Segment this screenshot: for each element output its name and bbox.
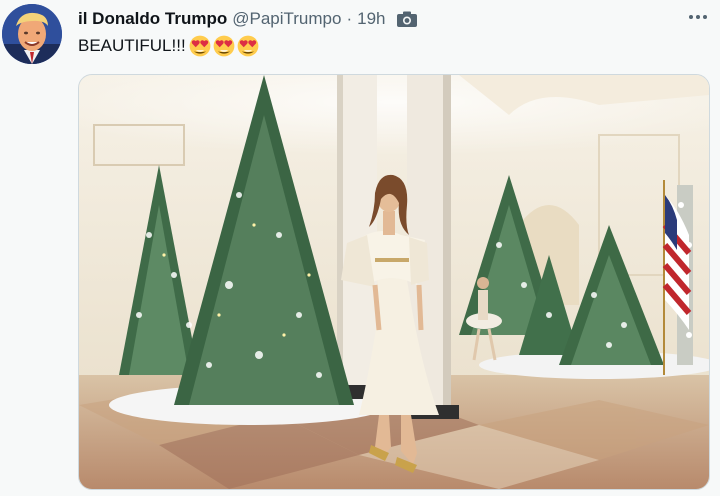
tweet-text: BEAUTIFUL!!! (78, 34, 259, 58)
camera-icon (396, 10, 418, 28)
avatar[interactable] (2, 4, 62, 64)
more-dots-icon (689, 15, 693, 19)
author-handle[interactable]: @PapiTrumpo (232, 9, 341, 29)
photo-christmas-hall (79, 75, 709, 489)
timestamp[interactable]: 19h (357, 9, 385, 29)
separator-dot: · (346, 9, 353, 28)
tweet-photo[interactable] (78, 74, 710, 490)
author-name[interactable]: il Donaldo Trumpo (78, 9, 227, 29)
avatar-image (2, 4, 62, 64)
heart-eyes-emoji (213, 35, 235, 57)
heart-eyes-emoji (189, 35, 211, 57)
emoji-group (189, 35, 259, 57)
tweet-header: il Donaldo Trumpo @PapiTrumpo · 19h (78, 8, 418, 30)
heart-eyes-emoji (237, 35, 259, 57)
more-options-button[interactable] (686, 8, 710, 26)
tweet-text-content: BEAUTIFUL!!! (78, 36, 186, 55)
tweet-card[interactable]: il Donaldo Trumpo @PapiTrumpo · 19h BEAU… (0, 0, 720, 496)
